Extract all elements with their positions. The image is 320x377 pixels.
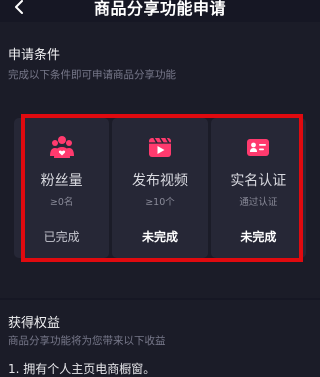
top-bar: 商品分享功能申请 (0, 0, 320, 24)
condition-card-video[interactable]: 发布视频 ≥10个 未完成 (112, 118, 208, 258)
condition-card-realname[interactable]: 实名认证 通过认证 未完成 (210, 118, 306, 258)
card-requirement: ≥0名 (49, 197, 74, 208)
fans-icon (49, 136, 74, 158)
card-status: 已完成 (43, 230, 80, 244)
conditions-subtitle: 完成以下条件即可申请商品分享功能 (8, 69, 176, 81)
card-title: 实名认证 (230, 173, 287, 189)
card-status: 未完成 (240, 230, 277, 244)
rights-subtitle: 商品分享功能将为您带来以下收益 (8, 335, 166, 347)
video-publish-icon (148, 137, 171, 157)
page-title: 商品分享功能申请 (93, 0, 226, 18)
card-status: 未完成 (141, 230, 178, 244)
id-card-icon (247, 139, 270, 156)
rights-item: 1. 拥有个人主页电商橱窗。 (8, 362, 156, 376)
card-title: 粉丝量 (40, 173, 83, 189)
condition-card-fans[interactable]: 粉丝量 ≥0名 已完成 (14, 118, 110, 258)
card-requirement: 通过认证 (239, 197, 278, 208)
card-requirement: ≥10个 (145, 197, 175, 208)
conditions-cards: 粉丝量 ≥0名 已完成 发布视频 ≥10个 未完成 实名认证 通过认证 未完成 (14, 118, 306, 258)
conditions-title: 申请条件 (8, 48, 61, 63)
rights-title: 获得权益 (8, 316, 61, 331)
card-title: 发布视频 (131, 173, 188, 189)
